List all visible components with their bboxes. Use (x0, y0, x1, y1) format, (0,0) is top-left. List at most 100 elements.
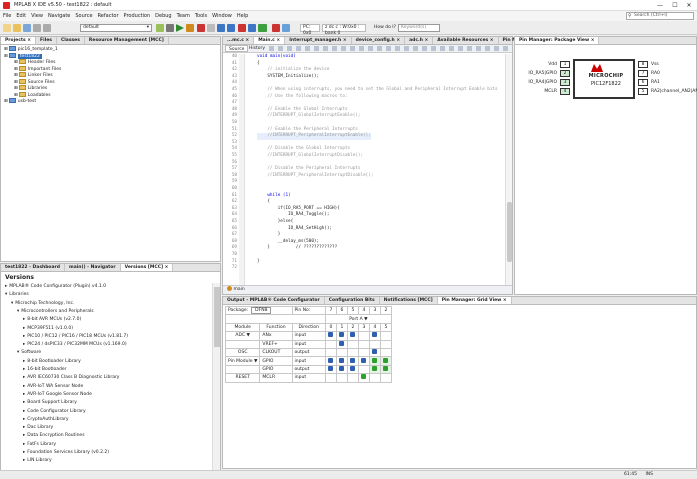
lock-locked-icon[interactable] (383, 357, 389, 363)
pin-cell[interactable] (324, 364, 337, 375)
reset-icon[interactable] (227, 24, 235, 32)
versions-item[interactable]: ▸ PIC24 / dsPIC33 / PIC32MM MCUs (v1.169.… (23, 341, 127, 349)
chevron-down-icon[interactable]: ▾ (17, 309, 19, 314)
versions-item[interactable]: ▸ Code Configurator Library (23, 408, 86, 416)
pin-cell[interactable] (324, 347, 337, 358)
pin-cell[interactable] (335, 373, 348, 383)
scroll-thumb[interactable] (507, 202, 512, 262)
code-area[interactable]: 40 void main(void) 41{42 // initialize the… (223, 54, 504, 286)
chevron-right-icon[interactable]: ▸ (23, 317, 25, 322)
versions-item[interactable]: ▸ FatFs Library (23, 441, 56, 449)
lock-unlocked-icon[interactable] (328, 332, 334, 338)
lock-unlocked-icon[interactable] (339, 340, 345, 346)
breadcrumb-item[interactable]: main (233, 287, 244, 292)
pin-box[interactable]: 3 (560, 79, 570, 86)
versions-item[interactable]: ▸ 8-bit Bootloader Library (23, 358, 81, 366)
versions-item[interactable]: ▸ MCP39F511 (v1.0.0) (23, 325, 73, 333)
expand-icon[interactable]: ⊞ (4, 47, 8, 52)
code-line[interactable]: //INTERRUPT_GlobalInterruptDisable(); (257, 153, 363, 160)
lock-locked-icon[interactable] (361, 374, 367, 380)
pin-cell[interactable] (335, 356, 348, 366)
menu-debug[interactable]: Debug (155, 13, 171, 19)
expand-icon[interactable]: ⊞ (14, 80, 18, 85)
code-line[interactable]: // Disable the Global Interrupts (257, 146, 350, 153)
pin-cell[interactable] (346, 356, 359, 366)
maximize-button[interactable]: ☐ (668, 1, 682, 10)
pin-cell[interactable] (379, 373, 392, 383)
code-line[interactable]: } (257, 232, 281, 239)
pin-cell[interactable] (357, 364, 370, 375)
chevron-right-icon[interactable]: ▸ (23, 417, 25, 422)
pin-cell[interactable] (324, 339, 337, 349)
lock-unlocked-icon[interactable] (339, 357, 345, 363)
code-line[interactable]: } (257, 259, 260, 266)
pin-cell[interactable] (357, 356, 370, 366)
versions-item[interactable]: ▸ Data Encryption Routines (23, 432, 85, 440)
versions-item[interactable]: ▾ Microcontrollers and Peripherals (17, 308, 94, 316)
expand-icon[interactable]: ⊞ (4, 54, 8, 59)
project-tree-item[interactable]: ⊞ Linker Files (14, 72, 53, 78)
versions-item[interactable]: ▸ MPLAB® Code Configurator (Plugin) v4.1.… (5, 283, 106, 291)
pin-cell[interactable] (346, 347, 359, 358)
lock-unlocked-icon[interactable] (328, 365, 334, 371)
chevron-right-icon[interactable]: ▸ (23, 450, 25, 455)
tab-file-3[interactable]: device_config.h × (352, 37, 406, 44)
chevron-right-icon[interactable]: ▸ (23, 334, 25, 339)
tab-output-2[interactable]: Notifications [MCC] (380, 297, 438, 304)
expand-icon[interactable]: ⊞ (14, 60, 18, 65)
pin-cell[interactable] (379, 356, 392, 366)
editor-toolbar-icons[interactable] (269, 46, 509, 51)
tab-dashboard-0[interactable]: test1822 - Dashboard (1, 264, 66, 271)
code-line[interactable]: // Disable the Peripheral Interrupts (257, 166, 360, 173)
chevron-right-icon[interactable]: ▸ (23, 367, 25, 372)
howdoi-input[interactable]: Keyword(s) (398, 24, 440, 32)
expand-icon[interactable]: ⊞ (14, 93, 18, 98)
lock-unlocked-icon[interactable] (361, 357, 367, 363)
code-line[interactable]: void main(void) (257, 54, 296, 61)
pin-box[interactable]: 5 (638, 88, 648, 95)
pin-cell[interactable] (346, 331, 359, 341)
pin-box[interactable]: 1 (560, 61, 570, 68)
code-line[interactable]: SYSTEM_Initialize(); (257, 74, 319, 81)
new-project-icon[interactable] (3, 24, 11, 32)
versions-item[interactable]: ▸ LIN Library (23, 457, 52, 465)
menu-production[interactable]: Production (124, 13, 151, 19)
lock-unlocked-icon[interactable] (350, 365, 356, 371)
pin-cell[interactable] (346, 364, 359, 375)
open-project-icon[interactable] (13, 24, 21, 32)
expand-icon[interactable]: ⊞ (14, 86, 18, 91)
tab-projects-0[interactable]: Projects × (1, 37, 37, 44)
versions-item[interactable]: ▾ Software (17, 349, 41, 357)
project-tree-item[interactable]: ⊞ pic16_template_1 (4, 46, 58, 52)
pin-cell[interactable] (324, 356, 337, 366)
window-icon[interactable] (282, 24, 290, 32)
lock-locked-icon[interactable] (372, 357, 378, 363)
mcc-icon[interactable] (258, 24, 267, 32)
pin-cell[interactable] (379, 339, 392, 349)
expand-icon[interactable]: ⊞ (4, 99, 8, 104)
pin-cell[interactable] (368, 356, 381, 366)
pin-cell[interactable] (368, 347, 381, 358)
chevron-down-icon[interactable]: ▾ (5, 292, 7, 297)
chevron-right-icon[interactable]: ▸ (23, 384, 25, 389)
clean-build-icon[interactable] (166, 24, 174, 32)
undo-icon[interactable] (33, 24, 41, 32)
pin-cell[interactable] (357, 331, 370, 341)
pin-cell[interactable] (379, 331, 392, 341)
scroll-thumb[interactable] (214, 287, 220, 347)
pin-cell[interactable] (346, 373, 359, 383)
search-input[interactable]: ⚲ Search (Ctrl+I) (626, 12, 694, 20)
pin-cell[interactable] (335, 331, 348, 341)
code-line[interactable]: { (257, 199, 270, 206)
code-line[interactable]: //INTERRUPT_PeripheralInterruptDisable()… (257, 173, 373, 180)
lock-locked-icon[interactable] (383, 365, 389, 371)
chevron-right-icon[interactable]: ▸ (23, 392, 25, 397)
pin-cell[interactable] (335, 339, 348, 349)
versions-item[interactable]: ▸ 8-bit AVR MCUs (v2.7.0) (23, 316, 81, 324)
chevron-right-icon[interactable]: ▸ (23, 400, 25, 405)
pin-cell[interactable] (368, 331, 381, 341)
lock-unlocked-icon[interactable] (328, 357, 334, 363)
code-line[interactable]: //INTERRUPT_GlobalInterruptEnable(); (257, 113, 360, 120)
pin-cell[interactable] (368, 339, 381, 349)
lock-unlocked-icon[interactable] (372, 349, 378, 355)
